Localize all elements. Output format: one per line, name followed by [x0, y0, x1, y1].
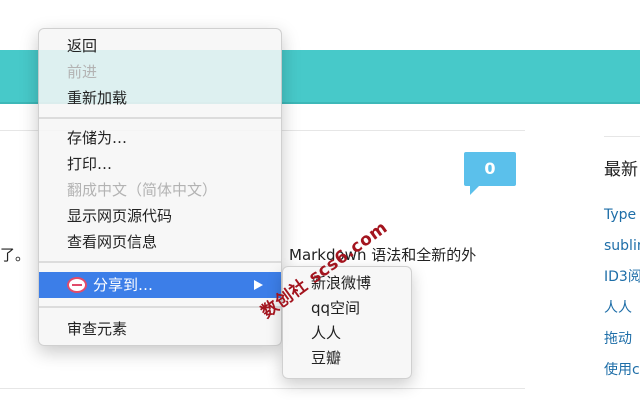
- article-text-fragment: 了。: [0, 246, 31, 264]
- share-qzone[interactable]: qq空间: [283, 296, 411, 321]
- sidebar-heading: 最新: [604, 160, 638, 180]
- menu-item-reload[interactable]: 重新加载: [39, 85, 281, 111]
- comment-bubble-tail: [470, 186, 479, 195]
- menu-item-save-as[interactable]: 存储为…: [39, 125, 281, 151]
- content-divider-bottom: [0, 388, 525, 389]
- menu-item-view-source[interactable]: 显示网页源代码: [39, 203, 281, 229]
- sidebar-link-list: Type sublim ID3阅 人人 拖动 使用c: [604, 206, 640, 392]
- menu-item-back[interactable]: 返回: [39, 33, 281, 59]
- sidebar-link[interactable]: Type: [604, 206, 640, 237]
- share-renren[interactable]: 人人: [283, 321, 411, 346]
- comment-count-badge[interactable]: 0: [464, 152, 516, 186]
- sidebar-divider: [604, 136, 640, 137]
- menu-item-inspect[interactable]: 审查元素: [39, 316, 281, 342]
- menu-item-print[interactable]: 打印…: [39, 151, 281, 177]
- share-douban[interactable]: 豆瓣: [283, 346, 411, 371]
- menu-item-share[interactable]: 分享到…: [39, 272, 281, 298]
- submenu-arrow-icon: [254, 280, 263, 290]
- menu-item-share-label: 分享到…: [93, 276, 154, 294]
- sidebar-link[interactable]: ID3阅: [604, 268, 640, 299]
- menu-item-page-info[interactable]: 查看网页信息: [39, 229, 281, 255]
- share-extension-icon: [67, 277, 87, 293]
- menu-separator: [39, 261, 281, 263]
- sidebar-link[interactable]: 使用c: [604, 361, 640, 392]
- menu-separator: [39, 306, 281, 308]
- menu-separator: [39, 117, 281, 119]
- sidebar-link[interactable]: 人人: [604, 299, 640, 330]
- menu-item-forward: 前进: [67, 63, 98, 81]
- sidebar-link[interactable]: 拖动: [604, 330, 640, 361]
- context-menu: 返回 前进 重新加载 存储为… 打印… 翻成中文（简体中文） 显示网页源代码 查…: [38, 28, 282, 346]
- menu-item-translate: 翻成中文（简体中文）: [67, 181, 218, 199]
- sidebar-link[interactable]: sublim: [604, 237, 640, 268]
